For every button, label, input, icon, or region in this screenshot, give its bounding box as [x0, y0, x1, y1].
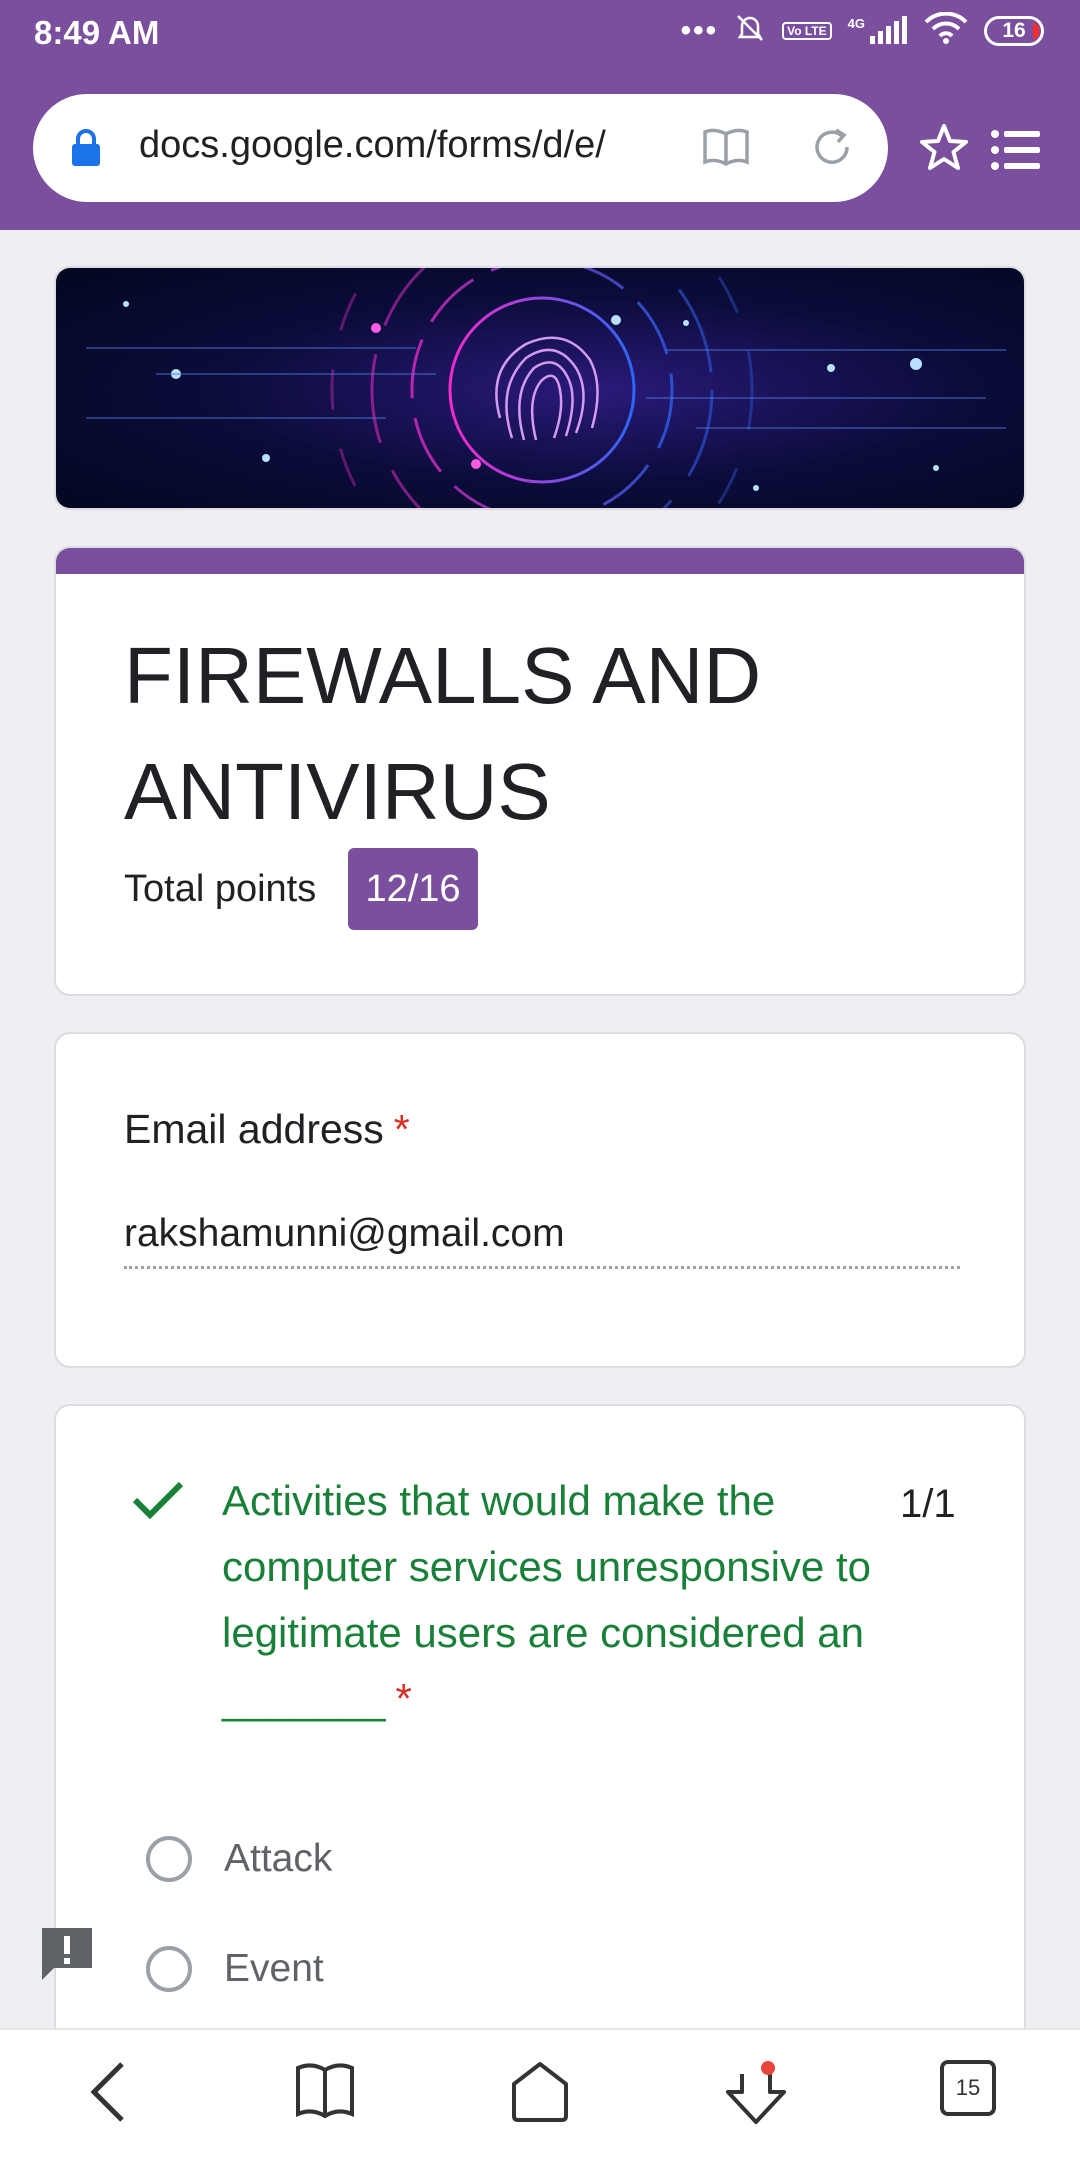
form-header-image: [54, 266, 1026, 510]
address-bar[interactable]: docs.google.com/forms/d/e/: [33, 94, 888, 202]
download-icon[interactable]: [722, 2060, 792, 2135]
radio-button[interactable]: [146, 1946, 192, 1992]
wifi-icon: [924, 11, 968, 49]
option-attack[interactable]: Attack: [146, 1836, 332, 1882]
status-bar: 8:49 AM ••• Vo LTE 4G 16: [0, 0, 1080, 66]
question-text: Activities that would make the computer …: [222, 1468, 882, 1732]
email-question-label: Email address *: [124, 1106, 410, 1153]
question-score: 1/1: [900, 1482, 956, 1526]
required-asterisk: *: [393, 1106, 410, 1152]
title-accent-bar: [56, 548, 1024, 574]
bottom-navigation: 15: [0, 2028, 1080, 2162]
reader-mode-icon[interactable]: [701, 124, 751, 175]
star-icon[interactable]: [918, 122, 970, 179]
network-type: 4G: [847, 15, 865, 31]
tabs-icon[interactable]: 15: [940, 2060, 996, 2116]
form-title-card: FIREWALLS AND ANTIVIRUS Total points 12/…: [54, 546, 1026, 996]
total-points-label: Total points: [124, 868, 317, 910]
score-badge: 12/16: [348, 848, 478, 930]
battery-level: 16: [1002, 18, 1026, 42]
status-icons: ••• Vo LTE 4G 16: [680, 11, 1044, 49]
option-label[interactable]: Attack: [224, 1837, 332, 1881]
tab-count[interactable]: 15: [940, 2060, 996, 2116]
option-event[interactable]: Event: [146, 1946, 324, 1992]
question-text-content: Activities that would make the computer …: [222, 1477, 871, 1722]
form-title: FIREWALLS AND ANTIVIRUS: [124, 631, 762, 836]
browser-top-bar: 8:49 AM ••• Vo LTE 4G 16 docs.google.com…: [0, 0, 1080, 230]
email-question-card: Email address * rakshamunni@gmail.com: [54, 1032, 1026, 1368]
more-notifications-icon: •••: [680, 13, 719, 47]
lock-icon[interactable]: [69, 128, 103, 173]
required-asterisk: *: [395, 1675, 412, 1722]
notification-off-icon: [734, 12, 766, 49]
email-answer: rakshamunni@gmail.com: [124, 1212, 960, 1269]
status-time: 8:49 AM: [34, 14, 160, 51]
reload-icon[interactable]: [809, 124, 855, 175]
url-text[interactable]: docs.google.com/forms/d/e/: [139, 124, 606, 167]
home-icon[interactable]: [508, 2060, 572, 2127]
radio-button[interactable]: [146, 1836, 192, 1882]
menu-icon[interactable]: [990, 128, 1042, 177]
battery-icon: 16: [984, 15, 1044, 46]
correct-check-icon: [132, 1480, 184, 1525]
volte-icon: Vo LTE: [782, 21, 832, 40]
bookmarks-icon[interactable]: [294, 2060, 356, 2127]
option-label[interactable]: Event: [224, 1947, 324, 1991]
signal-icon: 4G: [847, 15, 908, 46]
report-feedback-icon[interactable]: [38, 1924, 96, 1989]
email-label-text: Email address: [124, 1106, 384, 1152]
back-icon[interactable]: [84, 2060, 134, 2129]
